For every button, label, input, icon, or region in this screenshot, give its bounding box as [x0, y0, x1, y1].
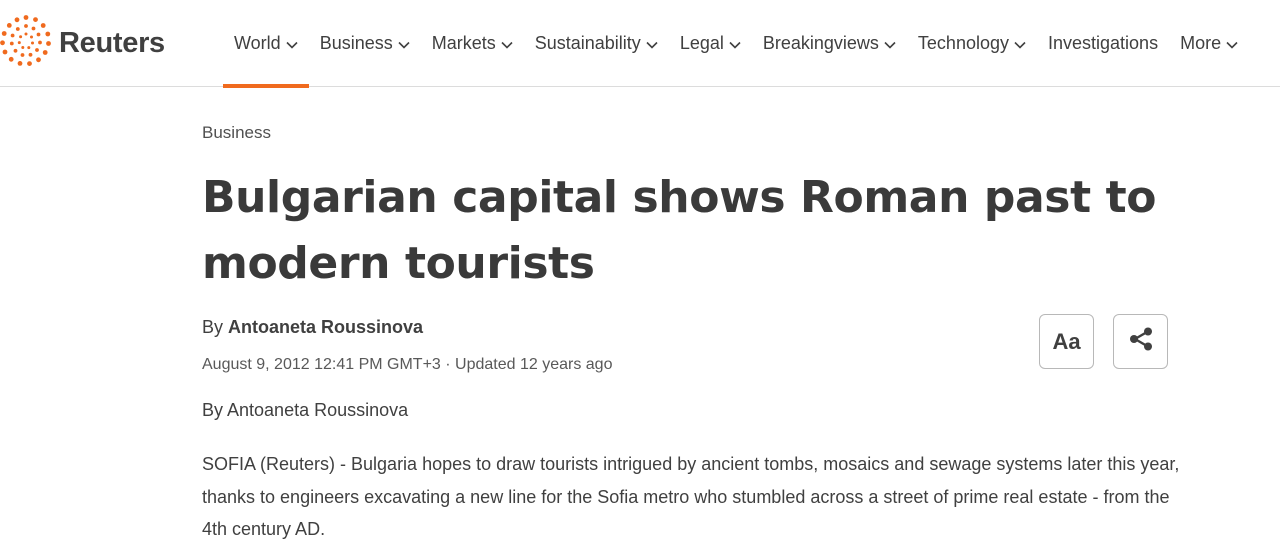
- nav-item-technology[interactable]: Technology: [907, 0, 1037, 87]
- nav-item-label: Breakingviews: [762, 33, 879, 53]
- share-icon: [1126, 324, 1156, 359]
- main-nav: World Business Markets Sustainability Le…: [223, 0, 1249, 88]
- nav-item-label: More: [1180, 33, 1222, 53]
- article-headline: Bulgarian capital shows Roman past to mo…: [202, 172, 1157, 289]
- nav-item-label: World: [234, 33, 281, 53]
- article-body: By Antoaneta Roussinova SOFIA (Reuters) …: [202, 396, 1182, 546]
- text-size-button[interactable]: Aa: [1039, 314, 1094, 369]
- body-paragraph: SOFIA (Reuters) - Bulgaria hopes to draw…: [202, 454, 1180, 539]
- chevron-down-icon: [398, 33, 410, 54]
- nav-item-business[interactable]: Business: [309, 0, 421, 87]
- text-size-label: Aa: [1052, 328, 1081, 354]
- reuters-wordmark: Reuters: [59, 26, 165, 59]
- article-tools: Aa: [1039, 314, 1168, 369]
- body-byline: By Antoaneta Roussinova: [202, 400, 409, 420]
- chevron-down-icon: [1226, 33, 1238, 54]
- nav-item-label: Technology: [917, 33, 1009, 53]
- nav-item-legal[interactable]: Legal: [669, 0, 752, 87]
- reuters-logo-icon: [0, 15, 51, 66]
- nav-item-markets[interactable]: Markets: [421, 0, 524, 87]
- site-header: Reuters World Business Markets Sustainab…: [0, 0, 1280, 88]
- nav-item-label: Legal: [679, 33, 724, 53]
- chevron-down-icon: [1014, 33, 1026, 54]
- nav-item-sustainability[interactable]: Sustainability: [524, 0, 669, 87]
- nav-item-label: Investigations: [1048, 33, 1159, 53]
- nav-item-more[interactable]: More: [1169, 0, 1249, 87]
- nav-item-label: Business: [319, 33, 393, 53]
- nav-item-breakingviews[interactable]: Breakingviews: [752, 0, 907, 87]
- article-dateline: August 9, 2012 12:41 PM GMT+3 · Updated …: [202, 356, 613, 373]
- nav-item-label: Sustainability: [534, 33, 641, 53]
- author-link[interactable]: Antoaneta Roussinova: [228, 317, 423, 337]
- article-header: Business Bulgarian capital shows Roman p…: [202, 120, 1182, 374]
- section-link[interactable]: Business: [202, 123, 271, 143]
- chevron-down-icon: [729, 33, 741, 54]
- nav-item-world[interactable]: World: [223, 0, 309, 88]
- nav-item-investigations[interactable]: Investigations: [1037, 0, 1169, 87]
- nav-item-label: Markets: [431, 33, 496, 53]
- byline: By Antoaneta Roussinova: [202, 317, 1182, 338]
- chevron-down-icon: [884, 33, 896, 54]
- chevron-down-icon: [646, 33, 658, 54]
- chevron-down-icon: [286, 33, 298, 54]
- reuters-logo[interactable]: Reuters: [0, 14, 165, 72]
- byline-prefix: By: [202, 317, 229, 337]
- chevron-down-icon: [501, 33, 513, 54]
- share-button[interactable]: [1113, 314, 1168, 369]
